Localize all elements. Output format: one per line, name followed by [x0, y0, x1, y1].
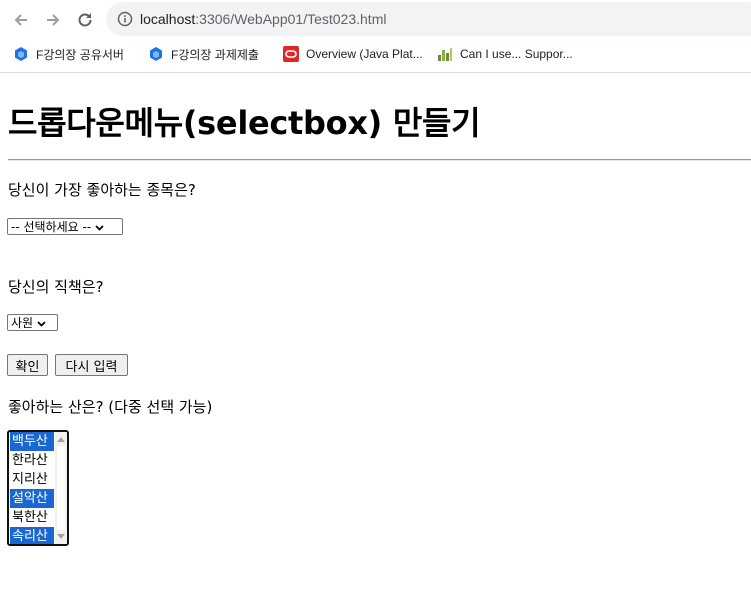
mountain-option[interactable]: 한라산 — [10, 451, 54, 470]
question-favorite-sport: 당신이 가장 좋아하는 종목은? — [8, 181, 196, 199]
mountain-option[interactable]: 설악산 — [10, 489, 54, 508]
mountain-option[interactable]: 지리산 — [10, 470, 54, 489]
scroll-up-icon[interactable] — [57, 437, 65, 442]
mountain-option[interactable]: 속리산 — [10, 527, 54, 544]
back-button[interactable] — [10, 9, 32, 31]
scroll-thumb[interactable] — [57, 446, 65, 530]
bookmark-label: Can I use... Suppor... — [460, 47, 573, 61]
bookmark-assignment[interactable]: F강의장 과제제출 — [148, 45, 259, 63]
browser-toolbar: localhost:3306/WebApp01/Test023.html — [0, 0, 751, 38]
arrow-left-icon — [14, 14, 27, 26]
page-content: 드롭다운메뉴(selectbox) 만들기 당신이 가장 좋아하는 종목은? -… — [0, 73, 751, 614]
page-title: 드롭다운메뉴(selectbox) 만들기 — [8, 104, 481, 142]
question-mountains: 좋아하는 산은? (다중 선택 가능) — [8, 398, 213, 416]
scroll-down-icon[interactable] — [57, 534, 65, 539]
position-select-value: 사원 — [11, 316, 34, 330]
arrow-right-icon — [47, 14, 60, 26]
caniuse-icon — [437, 46, 453, 62]
question-position: 당신의 직책은? — [8, 278, 104, 296]
oracle-icon — [283, 46, 299, 62]
sport-select-value: -- 선택하세요 -- — [11, 220, 92, 234]
bookmarks-bar: F강의장 공유서버 F강의장 과제제출 Overview (Java Plat.… — [0, 40, 751, 68]
bookmark-shared-server[interactable]: F강의장 공유서버 — [13, 45, 124, 63]
horizontal-rule — [8, 159, 751, 161]
position-select[interactable]: 사원 — [7, 314, 58, 331]
sport-select[interactable]: -- 선택하세요 -- — [7, 218, 123, 235]
reload-button[interactable] — [74, 9, 96, 31]
mountain-option[interactable]: 백두산 — [10, 432, 54, 451]
bookmark-label: F강의장 과제제출 — [171, 47, 259, 62]
info-icon[interactable] — [117, 11, 133, 27]
mountain-listbox[interactable]: 백두산 한라산 지리산 설악산 북한산 속리산 — [7, 430, 69, 546]
bookmark-label: Overview (Java Plat... — [306, 47, 423, 61]
url-host: localhost — [140, 11, 196, 27]
reload-icon — [78, 13, 92, 27]
cube-icon — [13, 46, 29, 62]
chevron-down-icon — [37, 316, 46, 330]
url-text[interactable]: localhost:3306/WebApp01/Test023.html — [140, 11, 386, 27]
address-bar[interactable]: localhost:3306/WebApp01/Test023.html — [106, 2, 751, 36]
mountain-option[interactable]: 북한산 — [10, 508, 54, 527]
forward-button[interactable] — [42, 9, 64, 31]
bookmark-java-overview[interactable]: Overview (Java Plat... — [283, 45, 423, 63]
confirm-button[interactable]: 확인 — [7, 354, 48, 376]
chevron-down-icon — [95, 220, 104, 234]
bookmark-caniuse[interactable]: Can I use... Suppor... — [437, 45, 573, 63]
cube-icon — [148, 46, 164, 62]
bookmark-label: F강의장 공유서버 — [36, 47, 124, 62]
url-path: :3306/WebApp01/Test023.html — [195, 11, 387, 27]
listbox-scrollbar[interactable] — [55, 432, 67, 544]
reset-button[interactable]: 다시 입력 — [55, 354, 128, 376]
